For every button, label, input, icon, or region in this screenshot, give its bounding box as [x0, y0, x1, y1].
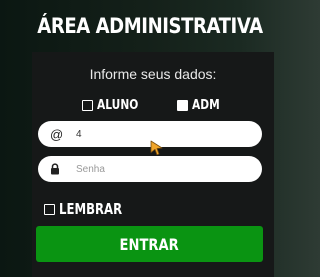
page-title: ÁREA ADMINISTRATIVA: [37, 14, 263, 38]
role-option-adm[interactable]: ADM: [177, 96, 226, 114]
adm-checkbox[interactable]: [177, 99, 188, 111]
form-subtitle: Informe seus dados:: [89, 66, 217, 82]
login-button-label: ENTRAR: [119, 234, 180, 254]
role-option-aluno[interactable]: ALUNO: [82, 96, 147, 114]
username-value[interactable]: 4: [76, 121, 82, 147]
remember-option[interactable]: LEMBRAR: [44, 200, 140, 218]
login-button[interactable]: ENTRAR: [36, 226, 263, 262]
remember-checkbox[interactable]: [44, 203, 55, 215]
aluno-checkbox[interactable]: [82, 99, 93, 111]
aluno-label: ALUNO: [97, 97, 139, 113]
adm-label: ADM: [192, 97, 220, 113]
remember-label: LEMBRAR: [59, 200, 123, 218]
mouse-cursor-icon: [150, 140, 163, 156]
at-sign-icon: @: [50, 126, 64, 142]
password-field[interactable]: Senha: [38, 156, 262, 182]
password-placeholder[interactable]: Senha: [76, 156, 105, 182]
lock-icon: [50, 156, 60, 182]
